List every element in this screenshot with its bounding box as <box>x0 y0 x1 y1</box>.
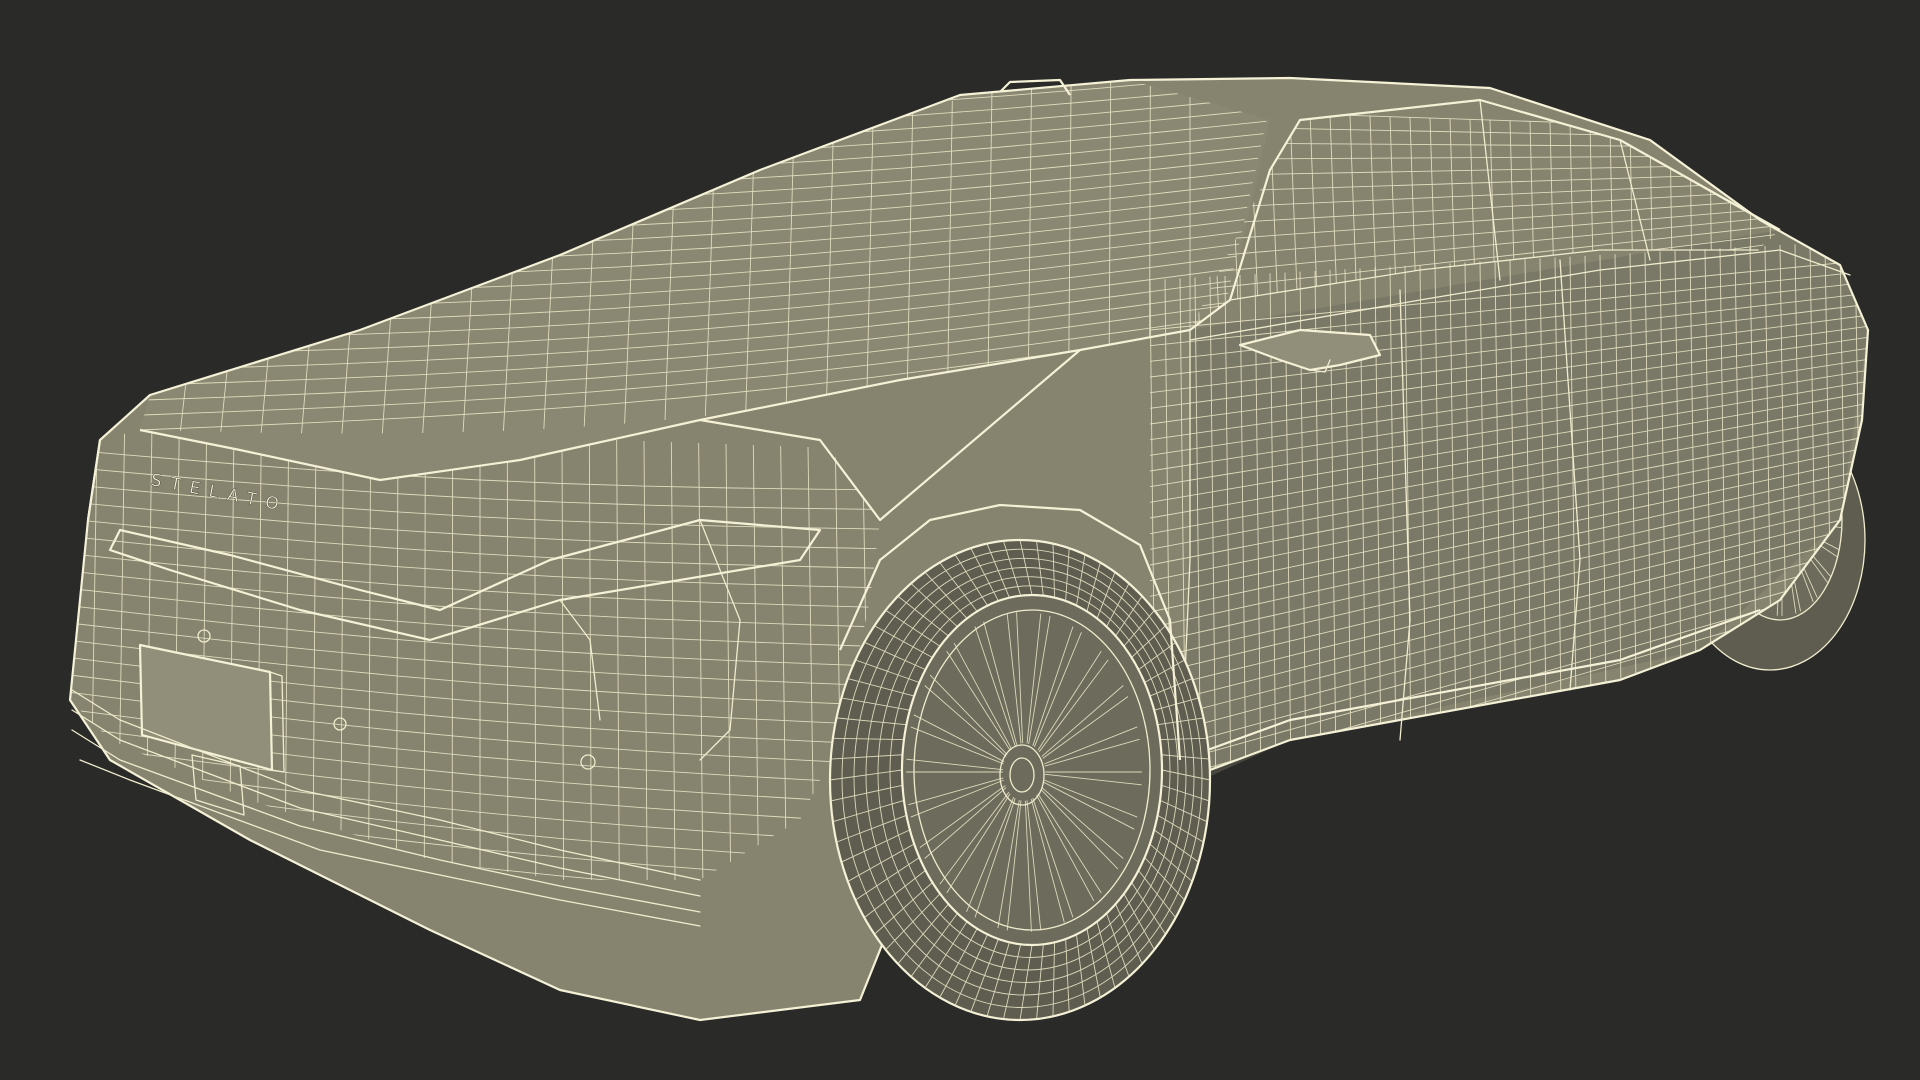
car-wireframe-render: STELATO <box>68 76 1870 1022</box>
render-viewport: STELATO <box>0 0 1920 1080</box>
front-wheel <box>828 538 1212 1022</box>
